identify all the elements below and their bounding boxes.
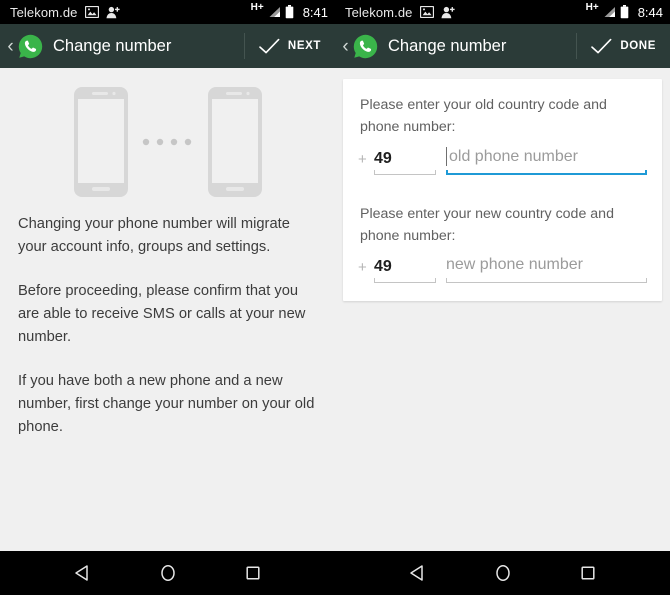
signal-bars-icon [268, 6, 281, 18]
panel-pair: Telekom.de H+ 8:41 ‹ Change number NEXT … [0, 0, 670, 551]
new-country-code-input[interactable]: 49 [374, 258, 436, 283]
clock-label: 8:41 [302, 4, 328, 20]
home-circle-icon[interactable] [486, 556, 520, 590]
old-phone-number-input[interactable]: old phone number [446, 147, 647, 175]
new-number-row: + 49 new phone number [358, 256, 647, 283]
system-navigation-bar [0, 551, 670, 595]
new-phone-number-placeholder: new phone number [446, 256, 583, 273]
next-button-label: NEXT [287, 40, 321, 52]
network-type-label: H+ [250, 2, 264, 13]
intro-paragraph-1: Changing your phone number will migrate … [18, 216, 290, 255]
status-system-icons: H+ 8:41 [250, 2, 328, 20]
plus-sign-icon: + [358, 151, 367, 168]
back-triangle-icon[interactable] [401, 556, 435, 590]
battery-icon [285, 5, 294, 19]
nav-bar-right [335, 551, 670, 595]
two-phones-migration-illustration [0, 68, 335, 218]
old-phone-number-placeholder: old phone number [449, 147, 578, 165]
recents-square-icon[interactable] [571, 556, 605, 590]
signal-bars-icon [603, 6, 616, 18]
checkmark-icon [259, 38, 280, 55]
app-bar-divider [243, 33, 245, 59]
back-triangle-icon[interactable] [66, 556, 100, 590]
page-title: Change number [53, 36, 172, 55]
intro-paragraph-2: Before proceeding, please confirm that y… [18, 283, 306, 345]
whatsapp-logo-icon[interactable] [353, 34, 378, 59]
app-bar-right: ‹ Change number DONE [335, 24, 670, 68]
back-chevron-icon[interactable]: ‹ [339, 37, 352, 56]
nav-bar-left [0, 551, 335, 595]
text-cursor [446, 147, 447, 166]
person-add-icon [441, 6, 456, 19]
form-body: Please enter your old country code and p… [335, 68, 670, 551]
change-number-form-card: Please enter your old country code and p… [343, 79, 662, 301]
battery-icon [620, 5, 629, 19]
whatsapp-logo-icon[interactable] [18, 34, 43, 59]
home-circle-icon[interactable] [151, 556, 185, 590]
new-phone-number-underline [446, 277, 647, 283]
done-button-label: DONE [620, 40, 656, 52]
status-notification-icons [420, 6, 456, 19]
recents-square-icon[interactable] [236, 556, 270, 590]
panel-left-intro: Telekom.de H+ 8:41 ‹ Change number NEXT … [0, 0, 335, 551]
photo-icon [85, 6, 100, 18]
intro-text-block: Changing your phone number will migrate … [0, 213, 335, 439]
old-country-code-input[interactable]: 49 [374, 150, 436, 175]
carrier-label: Telekom.de [10, 4, 78, 20]
old-number-prompt: Please enter your old country code and p… [360, 97, 607, 135]
network-type-label: H+ [585, 2, 599, 13]
status-notification-icons [85, 6, 121, 19]
plus-sign-icon: + [358, 259, 367, 276]
status-bar-left: Telekom.de H+ 8:41 [0, 0, 335, 24]
intro-body: Changing your phone number will migrate … [0, 68, 335, 551]
done-button[interactable]: DONE [579, 24, 670, 68]
panel-right-form: Telekom.de H+ 8:44 ‹ Change number DONE … [335, 0, 670, 551]
old-phone-number-underline-focused [446, 169, 647, 175]
clock-label: 8:44 [637, 4, 663, 20]
app-bar-divider [576, 33, 578, 59]
new-number-field-group: Please enter your new country code and p… [358, 203, 647, 283]
new-phone-number-input[interactable]: new phone number [446, 256, 647, 283]
old-number-field-group: Please enter your old country code and p… [358, 94, 647, 175]
page-title: Change number [388, 36, 507, 55]
photo-icon [420, 6, 435, 18]
next-button[interactable]: NEXT [247, 24, 335, 68]
app-bar-left: ‹ Change number NEXT [0, 24, 335, 68]
person-add-icon [106, 6, 121, 19]
old-country-code-underline [374, 169, 436, 175]
back-chevron-icon[interactable]: ‹ [4, 37, 17, 56]
status-bar-right: Telekom.de H+ 8:44 [335, 0, 670, 24]
old-number-row: + 49 old phone number [358, 147, 647, 175]
carrier-label: Telekom.de [345, 4, 413, 20]
new-country-code-underline [374, 277, 436, 283]
screenshot-root: Telekom.de H+ 8:41 ‹ Change number NEXT … [0, 0, 670, 595]
new-country-code-value: 49 [374, 258, 392, 275]
new-number-prompt: Please enter your new country code and p… [360, 206, 614, 244]
status-system-icons: H+ 8:44 [585, 2, 663, 20]
old-country-code-value: 49 [374, 150, 392, 167]
intro-paragraph-3: If you have both a new phone and a new n… [18, 373, 315, 435]
checkmark-icon [591, 38, 612, 55]
